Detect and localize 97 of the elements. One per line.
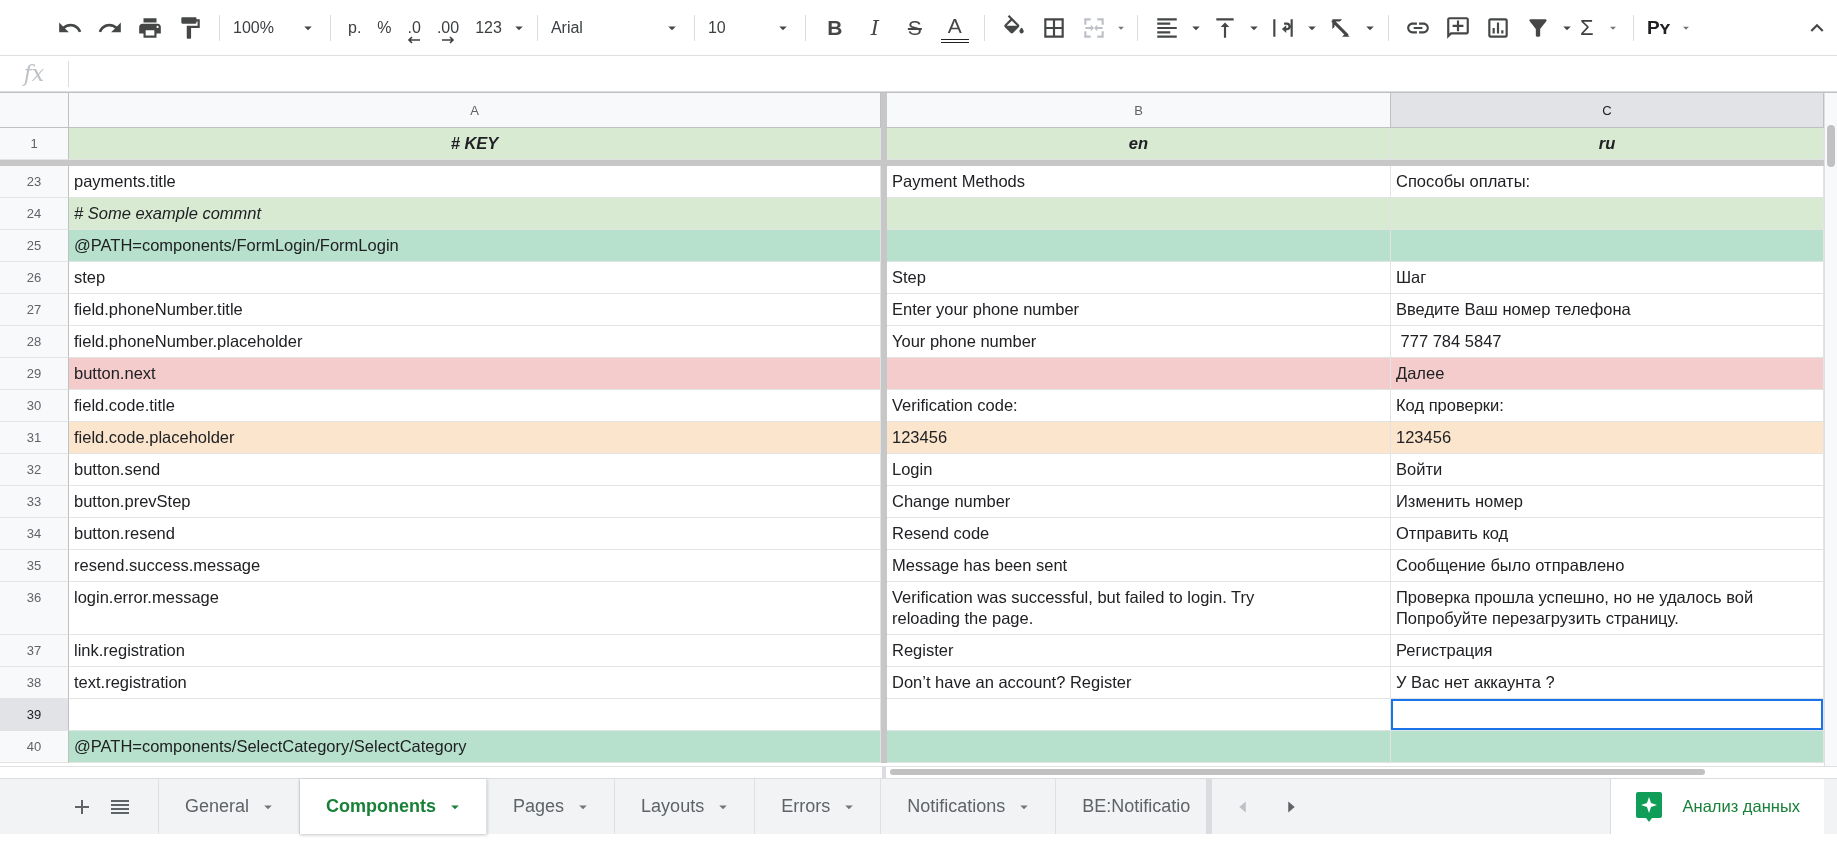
row-number[interactable]: 32 xyxy=(0,454,69,486)
row-number[interactable]: 35 xyxy=(0,550,69,582)
table-cell: Register xyxy=(887,635,1391,667)
table-cell: 123456 xyxy=(1391,422,1824,454)
table-cell: Your phone number xyxy=(887,326,1391,358)
row-number[interactable]: 30 xyxy=(0,390,69,422)
table-cell: field.code.title xyxy=(69,390,881,422)
table-cell: button.resend xyxy=(69,518,881,550)
table-cell: Сообщение было отправлено xyxy=(1391,550,1824,582)
italic-button[interactable]: I xyxy=(854,9,895,46)
table-cell: У Вас нет аккаунта ? xyxy=(1391,667,1824,699)
table-cell: Verification was successful, but failed to login. Try reloading the page. xyxy=(887,582,1391,635)
table-cell: @PATH=components/SelectCategory/SelectCategory xyxy=(69,731,881,763)
table-cell: login.error.message xyxy=(69,582,881,635)
sheet-tab[interactable]: Pages xyxy=(487,779,616,834)
table-cell: # KEY xyxy=(69,128,881,160)
table-cell: Введите Ваш номер телефона xyxy=(1391,294,1824,326)
table-cell: Шаг xyxy=(1391,262,1824,294)
row-number[interactable]: 37 xyxy=(0,635,69,667)
row-number[interactable]: 25 xyxy=(0,230,69,262)
corner-cell[interactable] xyxy=(0,93,69,128)
table-cell: Регистрация xyxy=(1391,635,1824,667)
row-number[interactable]: 28 xyxy=(0,326,69,358)
text-color-button[interactable]: A xyxy=(940,12,969,43)
column-header[interactable]: A xyxy=(69,93,881,128)
sheet-tab[interactable]: BE:Notificatio xyxy=(1056,779,1207,834)
row-number[interactable]: 24 xyxy=(0,198,69,230)
table-cell: link.registration xyxy=(69,635,881,667)
table-cell: Step xyxy=(887,262,1391,294)
table-cell: Enter your phone number xyxy=(887,294,1391,326)
sheet-tab[interactable]: Errors xyxy=(755,779,882,834)
row-number[interactable]: 31 xyxy=(0,422,69,454)
table-cell: payments.title xyxy=(69,166,881,198)
zoom-dropdown[interactable]: 100% xyxy=(229,18,321,37)
row-number[interactable]: 36 xyxy=(0,582,69,635)
table-cell: Далее xyxy=(1391,358,1824,390)
table-cell: resend.success.message xyxy=(69,550,881,582)
row-number[interactable]: 33 xyxy=(0,486,69,518)
number-format-button[interactable]: 123 xyxy=(467,9,510,46)
table-cell: Verification code: xyxy=(887,390,1391,422)
table-cell: field.phoneNumber.title xyxy=(69,294,881,326)
number-format-button[interactable]: р. xyxy=(340,9,370,46)
table-cell: Don’t have an account? Register xyxy=(887,667,1391,699)
table-cell: 777 784 5847 xyxy=(1391,326,1824,358)
function-dropdown[interactable]: Σ xyxy=(1575,14,1624,41)
table-cell: @PATH=components/FormLogin/FormLogin xyxy=(69,230,881,262)
row-number[interactable]: 27 xyxy=(0,294,69,326)
row-number[interactable]: 29 xyxy=(0,358,69,390)
table-cell: Отправить код xyxy=(1391,518,1824,550)
table-cell: Проверка прошла успешно, но не удалось вой Попробуйте перезагрузить страницу. xyxy=(1391,582,1824,635)
font-dropdown[interactable]: Arial xyxy=(546,18,685,37)
row-number[interactable]: 34 xyxy=(0,518,69,550)
table-cell: Message has been sent xyxy=(887,550,1391,582)
column-header[interactable]: C xyxy=(1391,93,1824,128)
sheet-tab[interactable]: Layouts xyxy=(615,779,756,834)
table-cell: button.send xyxy=(69,454,881,486)
table-cell: text.registration xyxy=(69,667,881,699)
arrow-icon xyxy=(407,35,422,44)
column-header[interactable]: B xyxy=(887,93,1391,128)
table-cell: Код проверки: xyxy=(1391,390,1824,422)
table-cell: ru xyxy=(1391,128,1824,160)
input-tools-dropdown[interactable]: Pʏ xyxy=(1642,16,1697,39)
table-cell: en xyxy=(887,128,1391,160)
table-cell: # Some example commnt xyxy=(69,198,881,230)
table-cell: Способы оплаты: xyxy=(1391,166,1824,198)
row-number[interactable]: 23 xyxy=(0,166,69,198)
number-format-button[interactable]: % xyxy=(369,9,400,46)
formula-label: fx xyxy=(0,60,69,87)
row-number[interactable]: 1 xyxy=(0,128,69,160)
table-cell: button.next xyxy=(69,358,881,390)
explore-button[interactable]: Анализ данных xyxy=(1609,779,1824,834)
table-cell: Изменить номер xyxy=(1391,486,1824,518)
table-cell: Payment Methods xyxy=(887,166,1391,198)
table-cell: Войти xyxy=(1391,454,1824,486)
table-cell: Login xyxy=(887,454,1391,486)
row-number[interactable]: 38 xyxy=(0,667,69,699)
row-number[interactable]: 39 xyxy=(0,699,69,731)
row-number[interactable]: 26 xyxy=(0,262,69,294)
row-number[interactable]: 40 xyxy=(0,731,69,763)
number-format-button[interactable]: .00 xyxy=(428,9,468,46)
font-size-dropdown[interactable]: 10 xyxy=(703,18,796,37)
table-cell: Resend code xyxy=(887,518,1391,550)
arrow-icon xyxy=(441,35,456,44)
table-cell: 123456 xyxy=(887,422,1391,454)
strikethrough-button[interactable]: S xyxy=(894,9,935,46)
table-cell: button.prevStep xyxy=(69,486,881,518)
table-cell: Change number xyxy=(887,486,1391,518)
table-cell: field.phoneNumber.placeholder xyxy=(69,326,881,358)
sheet-tab[interactable]: Components xyxy=(300,779,488,834)
vertical-scrollbar[interactable] xyxy=(1824,93,1837,766)
number-format-button[interactable]: .0 xyxy=(399,9,429,46)
table-cell: step xyxy=(69,262,881,294)
explore-icon xyxy=(1634,790,1663,823)
sheet-tab[interactable]: Notifications xyxy=(881,779,1057,834)
bold-button[interactable]: B xyxy=(814,9,855,46)
table-cell: field.code.placeholder xyxy=(69,422,881,454)
add-comment-icon[interactable] xyxy=(1444,14,1471,41)
